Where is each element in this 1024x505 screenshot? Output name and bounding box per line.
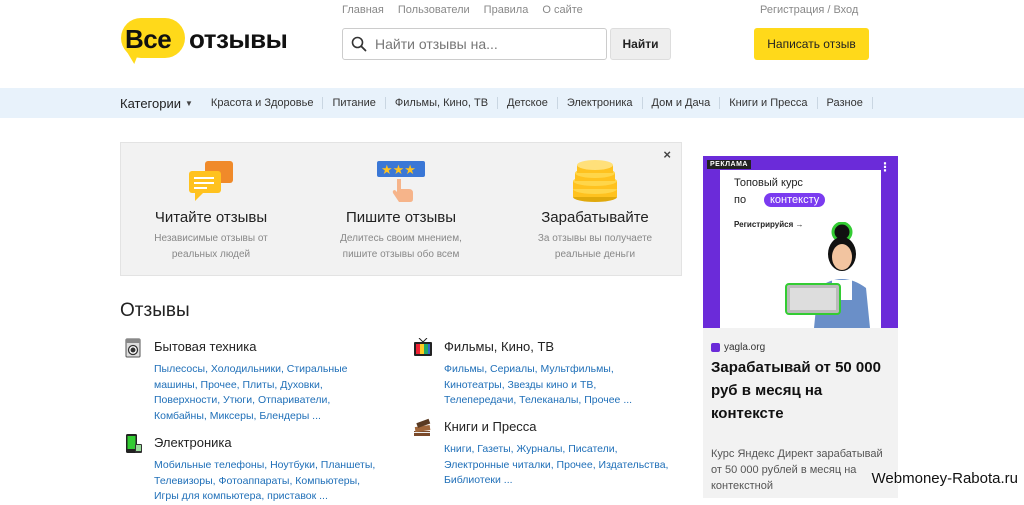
auth-link[interactable]: Регистрация / Вход	[760, 4, 858, 16]
promo-write: ★★★ Пишите отзывы Делитесь своим мнением…	[311, 143, 491, 277]
nav-link-about[interactable]: О сайте	[542, 4, 582, 16]
logo-text-otzyvy: отзывы	[189, 24, 288, 54]
categories-label: Категории	[120, 95, 181, 111]
phone-icon	[126, 434, 142, 453]
site-logo[interactable]: Все отзывы	[121, 18, 288, 70]
category-link-food[interactable]: Питание	[322, 97, 384, 109]
top-nav: Главная Пользователи Правила О сайте	[342, 4, 583, 16]
review-category-electronics: Электроника Мобильные телефоны, Ноутбуки…	[123, 434, 375, 502]
promo-write-desc: Делитесь своим мнением, пишите отзывы об…	[340, 233, 462, 260]
category-title[interactable]: Электроника	[154, 435, 232, 450]
nav-link-rules[interactable]: Правила	[484, 4, 529, 16]
ad-body[interactable]: Курс Яндекс Директ зарабатывай от 50 000…	[711, 446, 896, 494]
search-icon	[351, 36, 367, 52]
category-link-home[interactable]: Дом и Дача	[641, 97, 720, 109]
category-link-books[interactable]: Книги и Прессa	[719, 97, 816, 109]
favicon-icon	[711, 343, 720, 352]
search-button[interactable]: Найти	[610, 28, 671, 60]
categories-dropdown[interactable]: Категории ▼	[120, 96, 193, 111]
category-links[interactable]: Пылесосы, Холодильники, Стиральные машин…	[154, 362, 379, 424]
speech-bubbles-icon	[189, 161, 233, 201]
stars-hand-icon: ★★★	[377, 161, 425, 202]
category-links[interactable]: Фильмы, Сериалы, Мультфильмы, Кинотеатры…	[444, 362, 669, 409]
ad-block[interactable]: Топовый курс по контексту Регистрируйся …	[703, 156, 898, 498]
promo-box: × Читайте отзывы Независимые отзывы от р…	[120, 142, 682, 276]
category-link-movies[interactable]: Фильмы, Кино, ТВ	[384, 97, 497, 109]
ad-creative: Топовый курс по контексту Регистрируйся …	[720, 170, 881, 328]
nav-link-home[interactable]: Главная	[342, 4, 384, 16]
promo-write-title: Пишите отзывы	[345, 209, 457, 226]
category-link-misc[interactable]: Разное	[816, 97, 872, 109]
promo-read: Читайте отзывы Независимые отзывы от реа…	[121, 143, 301, 277]
watermark: Webmoney-Rabota.ru	[871, 470, 1018, 487]
ad-person-illustration	[785, 222, 870, 328]
review-category-movies: Фильмы, Кино, ТВ Фильмы, Сериалы, Мультф…	[413, 338, 663, 418]
caret-down-icon: ▼	[185, 98, 193, 108]
category-title[interactable]: Книги и Пресса	[444, 419, 537, 434]
svg-text:★★★: ★★★	[381, 163, 416, 178]
logo-text-vse: Все	[125, 24, 172, 54]
nav-link-users[interactable]: Пользователи	[398, 4, 470, 16]
more-options-icon[interactable]: ⋮	[879, 160, 891, 174]
category-links[interactable]: Книги, Газеты, Журналы, Писатели, Электр…	[444, 442, 669, 489]
ad-domain-text: yagla.org	[724, 342, 766, 353]
category-link-electronics[interactable]: Электроника	[556, 97, 642, 109]
ad-image[interactable]: Топовый курс по контексту Регистрируйся …	[703, 156, 898, 328]
coins-icon	[573, 160, 617, 202]
tv-icon	[414, 338, 432, 356]
ad-creative-pill: контексту	[764, 193, 826, 207]
washing-machine-icon	[125, 338, 141, 358]
promo-read-title: Читайте отзывы	[154, 209, 268, 226]
ad-label: РЕКЛАМА	[707, 160, 751, 169]
promo-earn: Зарабатывайте За отзывы вы получаете реа…	[505, 143, 685, 277]
category-title[interactable]: Бытовая техника	[154, 339, 256, 354]
category-title[interactable]: Фильмы, Кино, ТВ	[444, 339, 554, 354]
category-bar: Категории ▼ Красота и Здоровье Питание Ф…	[0, 88, 1024, 118]
search-input[interactable]	[375, 36, 585, 52]
reviews-heading: Отзывы	[120, 300, 190, 321]
books-icon	[414, 418, 431, 436]
category-link-beauty[interactable]: Красота и Здоровье	[211, 97, 323, 109]
ad-headline[interactable]: Зарабатывай от 50 000 руб в месяц на кон…	[711, 356, 896, 425]
ad-creative-line1: Топовый курс	[734, 177, 803, 189]
review-category-books: Книги и Пресса Книги, Газеты, Журналы, П…	[413, 418, 668, 498]
category-divider	[871, 97, 873, 109]
promo-read-desc: Независимые отзывы от реальных людей	[154, 233, 268, 260]
ad-creative-line2: по	[734, 194, 747, 206]
review-category-appliances: Бытовая техника Пылесосы, Холодильники, …	[123, 338, 373, 428]
promo-earn-title: Зарабатывайте	[541, 209, 649, 226]
search-box	[342, 28, 607, 60]
ad-domain[interactable]: yagla.org	[711, 342, 765, 353]
promo-earn-desc: За отзывы вы получаете реальные деньги	[537, 233, 653, 260]
write-review-button[interactable]: Написать отзыв	[754, 28, 869, 60]
category-link-kids[interactable]: Детское	[497, 97, 557, 109]
